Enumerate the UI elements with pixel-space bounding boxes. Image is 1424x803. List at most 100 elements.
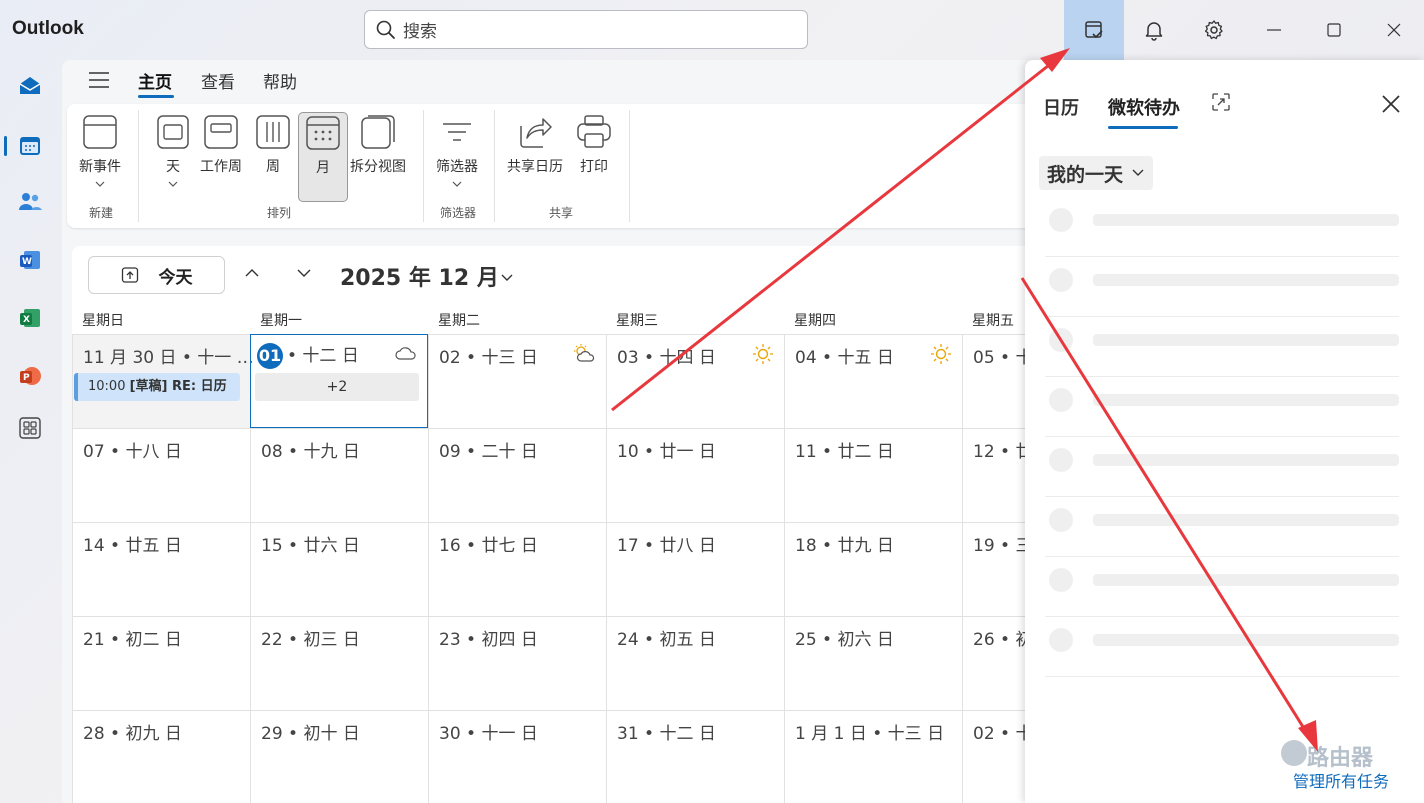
weekday-header: 星期一 <box>260 313 302 329</box>
week-view-button[interactable]: 周 <box>255 114 291 176</box>
ribbon: 新事件 新建 天 工作周 周 月 拆分视图 排列 筛选器 筛选器 共享日历 打印… <box>67 104 1062 228</box>
month-view-button[interactable]: 月 <box>298 112 348 202</box>
more-events-button[interactable]: +2 <box>255 373 419 401</box>
notifications-button[interactable] <box>1124 0 1184 60</box>
day-cell[interactable]: 22 • 初三 日 <box>250 616 428 710</box>
today-button[interactable]: 今天 <box>88 256 225 294</box>
people-app-button[interactable] <box>8 180 52 224</box>
month-picker-chevron[interactable] <box>500 268 514 287</box>
mail-app-button[interactable] <box>8 64 52 108</box>
day-label: • 十二 日 <box>287 346 359 366</box>
day-cell[interactable]: 25 • 初六 日 <box>784 616 962 710</box>
day-cell[interactable]: 14 • 廿五 日 <box>72 522 250 616</box>
todo-side-pane: 日历 微软待办 我的一天 路由器 管理所有任务 <box>1025 60 1424 803</box>
day-label: 08 • 十九 日 <box>261 442 360 462</box>
previous-month-button[interactable] <box>244 264 260 283</box>
tab-view[interactable]: 查看 <box>201 68 235 93</box>
day-label: 26 • 初 <box>973 630 1033 650</box>
day-cell[interactable]: 18 • 廿九 日 <box>784 522 962 616</box>
day-cell[interactable]: 29 • 初十 日 <box>250 710 428 803</box>
tab-help[interactable]: 帮助 <box>263 68 297 93</box>
more-apps-button[interactable] <box>8 406 52 450</box>
search-box[interactable]: 搜索 <box>364 10 808 49</box>
day-cell[interactable]: 07 • 十八 日 <box>72 428 250 522</box>
day-label: 31 • 十二 日 <box>617 724 716 744</box>
split-view-icon <box>361 115 395 149</box>
next-month-button[interactable] <box>296 264 312 283</box>
chevron-down-icon <box>452 181 462 187</box>
day-cell[interactable]: 24 • 初五 日 <box>606 616 784 710</box>
group-new-label: 新建 <box>89 206 114 220</box>
split-view-button[interactable]: 拆分视图 <box>350 114 406 176</box>
day-cell[interactable]: 23 • 初四 日 <box>428 616 606 710</box>
weekday-header: 星期二 <box>438 313 480 329</box>
day-cell[interactable]: 02 • 十三 日 <box>428 334 606 428</box>
day-cell[interactable]: 28 • 初九 日 <box>72 710 250 803</box>
maximize-button[interactable] <box>1304 0 1364 60</box>
powerpoint-icon: P <box>20 367 41 385</box>
day-view-button[interactable]: 天 <box>155 114 191 188</box>
word-app-button[interactable]: W <box>8 238 52 282</box>
pane-tab-todo[interactable]: 微软待办 <box>1108 94 1180 120</box>
share-icon <box>520 118 552 148</box>
tab-home[interactable]: 主页 <box>138 68 172 93</box>
hamburger-button[interactable] <box>88 70 110 94</box>
day-cell[interactable]: 08 • 十九 日 <box>250 428 428 522</box>
new-event-button[interactable]: 新事件 <box>79 114 121 188</box>
filter-icon <box>443 123 471 141</box>
close-button[interactable] <box>1364 0 1424 60</box>
powerpoint-app-button[interactable]: P <box>8 354 52 398</box>
calendar-app-button[interactable] <box>4 124 52 168</box>
minimize-button[interactable] <box>1244 0 1304 60</box>
svg-text:P: P <box>23 373 30 383</box>
pane-tab-calendar[interactable]: 日历 <box>1043 94 1079 120</box>
day-label: 1 月 1 日 • 十三 日 <box>795 724 945 744</box>
weekday-header: 星期日 <box>82 313 124 329</box>
day-label: 28 • 初九 日 <box>83 724 182 744</box>
day-cell[interactable]: 16 • 廿七 日 <box>428 522 606 616</box>
day-cell[interactable]: 31 • 十二 日 <box>606 710 784 803</box>
day-cell[interactable]: 04 • 十五 日 <box>784 334 962 428</box>
day-cell[interactable]: 30 • 十一 日 <box>428 710 606 803</box>
ribbon-separator <box>629 110 630 222</box>
people-icon <box>19 193 42 210</box>
pane-close-button[interactable] <box>1381 94 1401 118</box>
chevron-up-icon <box>245 269 259 277</box>
excel-app-button[interactable]: X <box>8 296 52 340</box>
day-label: 19 • 三 <box>973 536 1033 556</box>
filter-button[interactable]: 筛选器 <box>436 114 478 188</box>
day-label: 25 • 初六 日 <box>795 630 894 650</box>
month-title[interactable]: 2025 年 12 月 <box>340 260 499 292</box>
day-cell-today[interactable]: 01 • 十二 日 +2 <box>250 334 428 428</box>
day-cell[interactable]: 21 • 初二 日 <box>72 616 250 710</box>
cloudy-icon <box>395 347 416 360</box>
svg-text:W: W <box>22 257 32 267</box>
day-cell[interactable]: 1 月 1 日 • 十三 日 <box>784 710 962 803</box>
day-cell[interactable]: 03 • 十四 日 <box>606 334 784 428</box>
day-cell[interactable]: 10 • 廿一 日 <box>606 428 784 522</box>
manage-all-tasks-link[interactable]: 管理所有任务 <box>1293 768 1389 792</box>
event-item[interactable]: 10:00 [草稿] RE: 日历 <box>74 373 240 401</box>
printer-icon <box>577 115 611 148</box>
excel-icon: X <box>20 309 40 327</box>
work-week-view-button[interactable]: 工作周 <box>200 114 242 176</box>
day-label: 11 月 30 日 • 十一 … <box>83 348 254 368</box>
day-cell[interactable]: 17 • 廿八 日 <box>606 522 784 616</box>
share-calendar-button[interactable]: 共享日历 <box>507 114 563 176</box>
my-day-button[interactable] <box>1064 0 1124 60</box>
day-label: 09 • 二十 日 <box>439 442 538 462</box>
day-cell[interactable]: 15 • 廿六 日 <box>250 522 428 616</box>
my-day-dropdown[interactable]: 我的一天 <box>1039 156 1154 190</box>
settings-button[interactable] <box>1184 0 1244 60</box>
group-share-label: 共享 <box>549 206 574 220</box>
share-calendar-label: 共享日历 <box>507 159 563 175</box>
new-event-icon <box>83 115 117 149</box>
day-cell[interactable]: 09 • 二十 日 <box>428 428 606 522</box>
print-button[interactable]: 打印 <box>576 114 612 176</box>
day-cell[interactable]: 11 月 30 日 • 十一 … 10:00 [草稿] RE: 日历 <box>72 334 254 428</box>
week-view-icon <box>256 115 290 149</box>
pane-expand-button[interactable] <box>1211 92 1231 116</box>
today-label: 今天 <box>158 267 193 288</box>
work-week-icon <box>204 115 238 149</box>
day-cell[interactable]: 11 • 廿二 日 <box>784 428 962 522</box>
